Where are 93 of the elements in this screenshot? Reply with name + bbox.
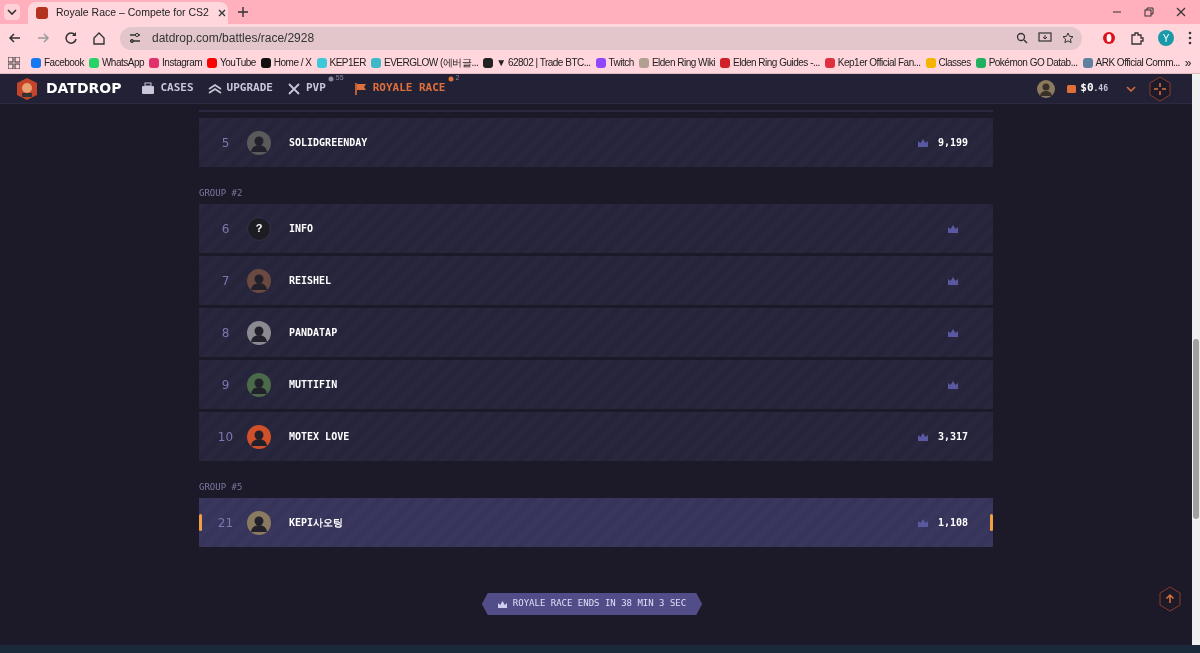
bookmark-link[interactable]: Twitch [595, 55, 634, 70]
balance-amount: $0.46 [1080, 80, 1108, 97]
nav-tab[interactable]: ROYALE RACE [353, 80, 446, 97]
bookmark-link[interactable]: Classes [925, 55, 971, 70]
score-value: 1,108 [937, 516, 968, 530]
briefcase-icon [141, 81, 156, 96]
tab-title: Royale Race – Compete for CS2 [56, 5, 209, 21]
group-label: GROUP #5 [199, 481, 244, 494]
leaderboard-row[interactable]: 7 REISHEL [199, 256, 993, 305]
crown-icon [917, 138, 928, 147]
logo-icon[interactable] [16, 76, 38, 101]
leaderboard-row[interactable]: 6 ? INFO [199, 204, 993, 253]
bookmark-link[interactable]: Pokémon GO Datab... [975, 55, 1078, 70]
leaderboard-row[interactable]: 8 PANDATAP [199, 308, 993, 357]
player-name: KEPI사오팅 [289, 516, 345, 530]
player-name: MOTEX LOVE [289, 430, 351, 444]
browser-tab[interactable]: Royale Race – Compete for CS2 [28, 2, 228, 24]
rank-number: 10 [216, 428, 235, 446]
rank-number: 21 [216, 514, 235, 532]
crown-icon [948, 328, 958, 337]
star-icon[interactable] [1062, 32, 1074, 44]
install-icon[interactable] [1038, 32, 1052, 44]
crown-icon [917, 432, 928, 441]
site-logo[interactable]: DATDROP [46, 78, 122, 99]
crown-icon [948, 380, 958, 389]
apps-icon[interactable] [8, 56, 20, 69]
close-icon[interactable] [1176, 7, 1186, 17]
bookmark-link[interactable]: WhatsApp [88, 55, 145, 70]
scroll-top-icon[interactable] [1158, 586, 1182, 612]
favicon-icon [36, 7, 48, 19]
bookmark-link[interactable]: Facebook [31, 55, 84, 70]
crown-icon [948, 224, 958, 233]
player-name: SOLIDGREENDAY [289, 136, 369, 150]
player-name: MUTTIFIN [289, 378, 339, 392]
address-bar[interactable]: datdrop.com/battles/race/2928 [120, 26, 1082, 50]
new-tab-icon[interactable] [236, 5, 250, 19]
chevrons-icon [207, 81, 222, 96]
opera-icon[interactable] [1102, 31, 1116, 45]
crown-icon [948, 276, 958, 285]
score-value: 3,317 [937, 430, 968, 444]
rank-number: 5 [220, 134, 231, 152]
url-text: datdrop.com/battles/race/2928 [152, 30, 316, 47]
bookmark-link[interactable]: Home / X [260, 55, 312, 70]
player-name: PANDATAP [289, 326, 339, 340]
bookmark-link[interactable]: KEP1ER [316, 55, 366, 70]
nav-tab[interactable]: CASES [141, 80, 194, 97]
leaderboard-row[interactable]: 10 MOTEX LOVE 3,317 [199, 412, 993, 461]
chevron-down-icon[interactable] [1126, 84, 1136, 93]
bookmark-link[interactable]: Instagram [149, 55, 203, 70]
reload-icon[interactable] [64, 31, 78, 45]
bookmark-link[interactable]: Elden Ring Wiki [638, 55, 715, 70]
wallet-icon [1067, 84, 1077, 93]
highlight-marker [199, 514, 202, 531]
eye-icon [327, 75, 334, 82]
unknown-avatar: ? [247, 216, 271, 241]
bookmark-link[interactable]: YouTube [207, 55, 256, 70]
bookmark-link[interactable]: Kep1er Official Fan... [824, 55, 921, 70]
nav-tab[interactable]: UPGRADE [207, 80, 273, 97]
bookmark-link[interactable]: Elden Ring Guides -... [720, 55, 820, 70]
rank-number: 8 [220, 324, 231, 342]
crosshair-icon[interactable] [1148, 75, 1172, 102]
home-icon[interactable] [92, 31, 106, 45]
bookmark-link[interactable]: ▼ 62802 | Trade BTC... [483, 55, 591, 70]
score-value: 9,199 [937, 136, 968, 150]
rank-number: 7 [220, 272, 231, 290]
zoom-icon[interactable] [1016, 32, 1028, 44]
more-icon[interactable] [1188, 31, 1192, 45]
close-icon[interactable] [216, 8, 227, 18]
group-label: GROUP #2 [199, 187, 244, 200]
flag-icon [353, 81, 368, 96]
nav-tab[interactable]: PVP [286, 80, 326, 97]
extensions-icon[interactable] [1130, 31, 1144, 45]
scrollbar[interactable] [1192, 74, 1200, 645]
rank-number: 6 [220, 220, 231, 238]
leaderboard-row[interactable]: 5 SOLIDGREENDAY 9,199 [199, 118, 993, 167]
leaderboard-row[interactable]: 21 KEPI사오팅 1,108 [199, 498, 993, 547]
eye-icon [447, 75, 454, 82]
back-icon[interactable] [8, 31, 22, 45]
site-info-icon [128, 31, 142, 45]
restore-icon[interactable] [1144, 7, 1154, 17]
bookmark-link[interactable]: EVERGLOW (에버글... [371, 55, 479, 70]
leaderboard-row[interactable]: 9 MUTTIFIN [199, 360, 993, 409]
more-bookmarks-button[interactable]: » [1184, 53, 1192, 72]
player-name: REISHEL [289, 274, 333, 288]
player-name: INFO [289, 222, 315, 236]
crown-icon [917, 518, 928, 527]
avatar[interactable] [1037, 79, 1056, 98]
tab-list-icon[interactable] [4, 4, 20, 20]
bookmark-link[interactable]: ARK Official Comm... [1082, 55, 1180, 70]
rank-number: 9 [220, 376, 231, 394]
highlight-marker [990, 514, 993, 531]
timer-text: ROYALE RACE ENDS IN 38 MIN 3 SEC [512, 597, 687, 611]
crown-icon [497, 600, 507, 608]
